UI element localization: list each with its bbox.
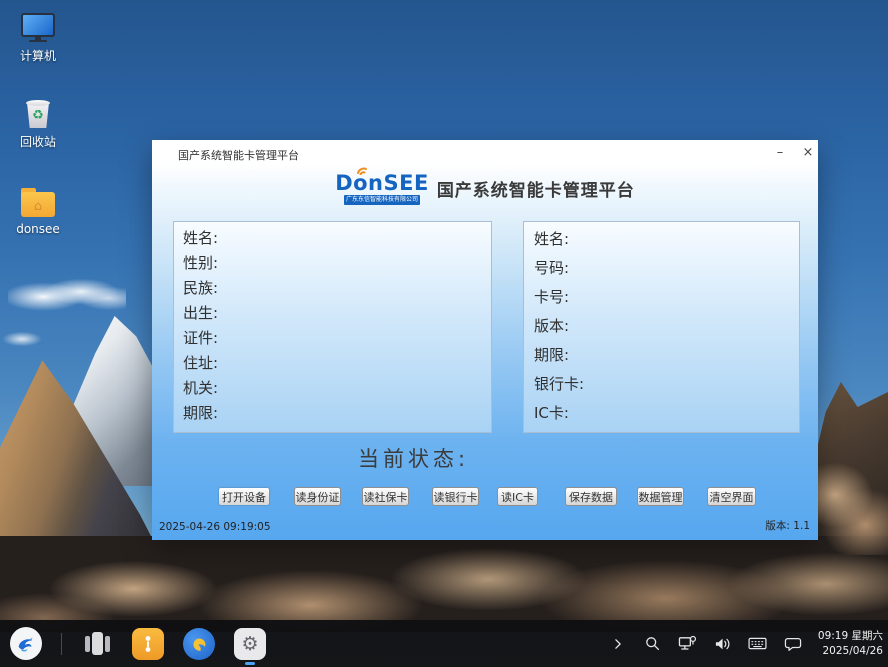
smartcard-app-window: 国产系统智能卡管理平台 – × DonSEE 广东东信智能科技有限公司 国产系统… — [152, 140, 818, 540]
desktop-icon-donsee-folder[interactable]: ⌂ donsee — [6, 185, 70, 236]
taskbar-dock: ⚙ — [10, 620, 266, 667]
wifi-signal-icon — [355, 165, 369, 175]
save-data-button[interactable]: 保存数据 — [565, 487, 617, 506]
wallpaper-mist-clouds — [0, 536, 888, 632]
read-social-security-card-button[interactable]: 读社保卡 — [362, 487, 409, 506]
taskbar-clock[interactable]: 09:19 星期六 2025/04/26 — [818, 629, 883, 657]
file-transfer-app-button[interactable] — [132, 628, 164, 660]
wallpaper-cloud-small — [0, 332, 44, 346]
company-name: 广东东信智能科技有限公司 — [344, 195, 420, 205]
tray-expand-chevron-icon[interactable] — [608, 634, 628, 654]
message-bubble-icon[interactable] — [783, 634, 803, 654]
current-status-heading: 当前状态: — [358, 443, 469, 473]
desktop-icon-recycle-bin[interactable]: ♻ 回收站 — [6, 96, 70, 150]
desktop-screen: 计算机 ♻ 回收站 ⌂ donsee 国产系统智能卡管理平台 – × — [0, 0, 888, 667]
keyboard-icon[interactable] — [748, 634, 768, 654]
wallpaper-rock-peak — [0, 352, 160, 632]
clock-date: 2025/04/26 — [818, 644, 883, 658]
volume-icon[interactable] — [713, 634, 733, 654]
brand-wordmark: DonSEE — [335, 172, 429, 194]
window-title: 国产系统智能卡管理平台 — [178, 147, 299, 163]
data-management-button[interactable]: 数据管理 — [637, 487, 684, 506]
read-bank-card-button[interactable]: 读银行卡 — [432, 487, 479, 506]
minimize-button[interactable]: – — [768, 142, 792, 164]
desktop-icon-label: 回收站 — [20, 133, 56, 150]
field-label: 性别: — [183, 251, 491, 276]
clock-time: 09:19 星期六 — [818, 629, 883, 643]
field-label: IC卡: — [534, 399, 799, 428]
field-label: 证件: — [183, 326, 491, 351]
statusbar-version: 版本: 1.1 — [765, 518, 810, 533]
gear-icon: ⚙ — [234, 628, 266, 660]
recycle-bin-icon: ♻ — [25, 96, 51, 128]
field-label: 机关: — [183, 376, 491, 401]
desktop-icon-label: donsee — [16, 222, 60, 236]
field-label: 出生: — [183, 301, 491, 326]
start-menu-button[interactable] — [10, 628, 42, 660]
brand-text: DonSEE — [335, 171, 429, 195]
logo-header: DonSEE 广东东信智能科技有限公司 国产系统智能卡管理平台 — [152, 172, 818, 205]
tiger-browser-icon — [183, 628, 215, 660]
window-titlebar[interactable]: 国产系统智能卡管理平台 – × — [152, 140, 818, 166]
multitask-view-button[interactable] — [81, 628, 113, 660]
field-label: 期限: — [183, 401, 491, 426]
desktop-icon-label: 计算机 — [20, 47, 56, 64]
network-icon[interactable] — [678, 634, 698, 654]
field-label: 姓名: — [534, 225, 799, 254]
wallpaper-valley — [0, 536, 888, 632]
read-id-card-button[interactable]: 读身份证 — [294, 487, 341, 506]
id-card-panel: 姓名: 性别: 民族: 出生: 证件: 住址: 机关: 期限: — [173, 221, 492, 433]
field-label: 姓名: — [183, 226, 491, 251]
recycle-glyph: ♻ — [25, 107, 51, 125]
running-app-indicator — [245, 662, 255, 665]
desktop-icon-computer[interactable]: 计算机 — [6, 10, 70, 64]
kylin-logo-icon — [10, 627, 42, 660]
connect-icon — [132, 628, 164, 660]
folder-icon: ⌂ — [21, 185, 55, 217]
field-label: 期限: — [534, 341, 799, 370]
taskbar-separator — [61, 633, 62, 655]
taskbar: ⚙ — [0, 620, 888, 667]
close-button[interactable]: × — [796, 142, 820, 164]
wallpaper-clouds-right — [812, 455, 888, 555]
field-label: 银行卡: — [534, 370, 799, 399]
field-label: 号码: — [534, 254, 799, 283]
app-heading: 国产系统智能卡管理平台 — [437, 176, 635, 201]
home-glyph: ⌂ — [21, 192, 55, 217]
donsee-logo: DonSEE 广东东信智能科技有限公司 — [335, 172, 429, 205]
field-label: 住址: — [183, 351, 491, 376]
browser-app-button[interactable] — [183, 628, 215, 660]
system-tray: 09:19 星期六 2025/04/26 — [608, 620, 883, 667]
settings-app-button[interactable]: ⚙ — [234, 628, 266, 660]
read-ic-card-button[interactable]: 读IC卡 — [497, 487, 538, 506]
field-label: 版本: — [534, 312, 799, 341]
computer-icon — [21, 10, 55, 42]
open-device-button[interactable]: 打开设备 — [218, 487, 270, 506]
wallpaper-cloud — [8, 278, 126, 312]
field-label: 卡号: — [534, 283, 799, 312]
wallpaper-right-ridge — [812, 382, 888, 632]
field-label: 民族: — [183, 276, 491, 301]
wallpaper-snow-peak — [52, 316, 160, 486]
search-icon[interactable] — [643, 634, 663, 654]
statusbar-timestamp: 2025-04-26 09:19:05 — [159, 521, 271, 533]
card-info-panel: 姓名: 号码: 卡号: 版本: 期限: 银行卡: IC卡: — [523, 221, 800, 433]
clear-interface-button[interactable]: 清空界面 — [707, 487, 756, 506]
multitask-icon — [85, 632, 110, 655]
